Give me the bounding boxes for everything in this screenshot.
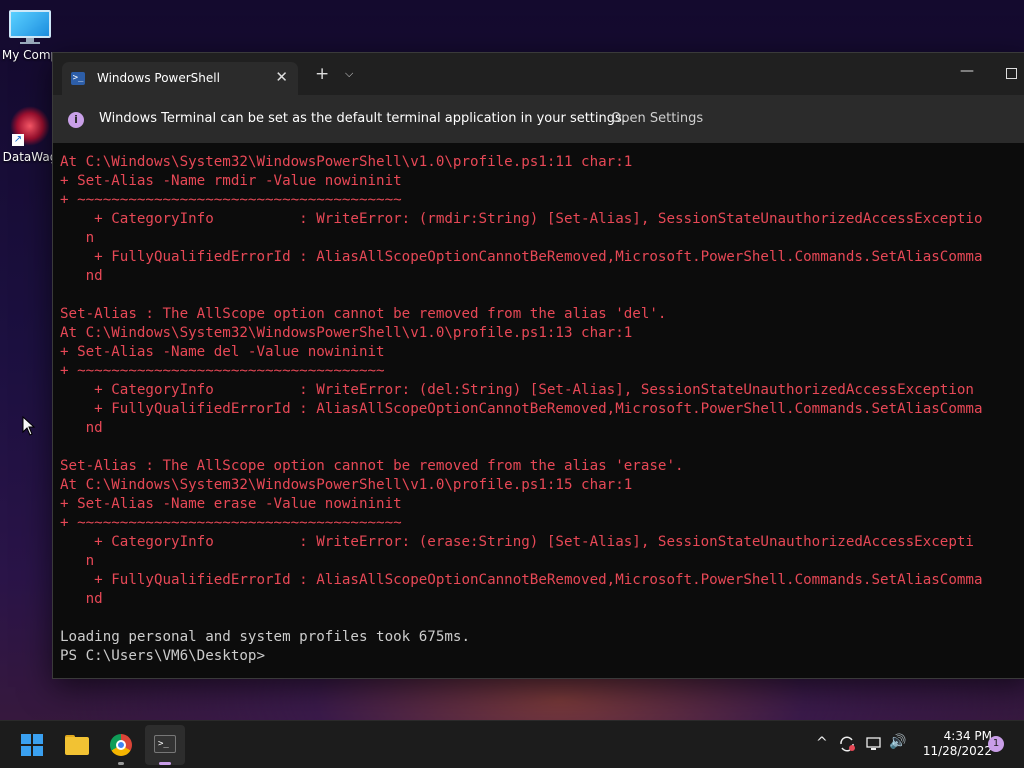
tab-title: Windows PowerShell	[97, 71, 220, 85]
open-settings-link[interactable]: Open Settings	[611, 111, 703, 126]
terminal-window: >_ Windows PowerShell ✕ + ⌵ — i Windows …	[52, 52, 1024, 679]
new-tab-button[interactable]: +	[315, 64, 329, 84]
start-button[interactable]	[12, 725, 52, 765]
console-line: n	[60, 553, 95, 569]
desktop-icon-label: My Comp	[1, 48, 59, 62]
console-line: nd	[60, 268, 103, 284]
info-icon: i	[68, 112, 84, 128]
notification-badge[interactable]: 1	[988, 736, 1004, 752]
console-line: + Set-Alias -Name rmdir -Value nowininit	[60, 173, 402, 189]
title-bar: >_ Windows PowerShell ✕ + ⌵ —	[53, 53, 1024, 95]
chrome-button[interactable]	[101, 725, 141, 765]
console-line: + CategoryInfo : WriteError: (del:String…	[60, 382, 974, 398]
desktop-icon-label: DataWag	[2, 150, 58, 164]
powershell-icon: >_	[71, 72, 85, 85]
file-explorer-button[interactable]	[57, 725, 97, 765]
chevron-down-icon[interactable]: ⌵	[345, 67, 353, 81]
network-icon[interactable]	[864, 735, 884, 753]
sync-icon[interactable]	[837, 734, 857, 754]
info-bar: i Windows Terminal can be set as the def…	[53, 95, 1024, 143]
mouse-cursor-icon	[22, 416, 36, 436]
console-line: + FullyQualifiedErrorId : AliasAllScopeO…	[60, 249, 983, 265]
console-line: + Set-Alias -Name del -Value nowininit	[60, 344, 385, 360]
console-line: Set-Alias : The AllScope option cannot b…	[60, 458, 684, 474]
maximize-button[interactable]	[1006, 68, 1017, 79]
computer-icon	[9, 10, 51, 44]
clock-date: 11/28/2022	[922, 744, 992, 758]
terminal-taskbar-button[interactable]: >_	[145, 725, 185, 765]
close-tab-icon[interactable]: ✕	[275, 68, 288, 86]
desktop-icon-datawag[interactable]: ↗ DataWag	[0, 106, 60, 164]
console-line: nd	[60, 420, 103, 436]
console-line: + FullyQualifiedErrorId : AliasAllScopeO…	[60, 401, 983, 417]
console-line: + FullyQualifiedErrorId : AliasAllScopeO…	[60, 572, 983, 588]
minimize-button[interactable]: —	[960, 63, 974, 79]
console-line: + ~~~~~~~~~~~~~~~~~~~~~~~~~~~~~~~~~~~~	[60, 363, 385, 379]
console-line: + CategoryInfo : WriteError: (erase:Stri…	[60, 534, 974, 550]
console-line: Loading personal and system profiles too…	[60, 629, 470, 645]
console-line: n	[60, 230, 95, 246]
desktop-icon-my-computer[interactable]: My Comp	[0, 10, 60, 62]
console-line: At C:\Windows\System32\WindowsPowerShell…	[60, 325, 633, 341]
console-line: + ~~~~~~~~~~~~~~~~~~~~~~~~~~~~~~~~~~~~~~	[60, 515, 402, 531]
tray-overflow-chevron-icon[interactable]: ^	[816, 735, 828, 751]
system-clock[interactable]: 4:34 PM 11/28/2022	[912, 729, 992, 759]
console-line: + ~~~~~~~~~~~~~~~~~~~~~~~~~~~~~~~~~~~~~~	[60, 192, 402, 208]
volume-icon[interactable]: 🔊	[889, 734, 906, 750]
console-line: At C:\Windows\System32\WindowsPowerShell…	[60, 154, 633, 170]
console-line: PS C:\Users\VM6\Desktop>	[60, 648, 265, 664]
info-message: Windows Terminal can be set as the defau…	[99, 111, 626, 126]
clock-time: 4:34 PM	[943, 729, 992, 743]
console-line: Set-Alias : The AllScope option cannot b…	[60, 306, 667, 322]
console-line: At C:\Windows\System32\WindowsPowerShell…	[60, 477, 633, 493]
shortcut-arrow-icon: ↗	[12, 134, 24, 146]
console-line: + CategoryInfo : WriteError: (rmdir:Stri…	[60, 211, 983, 227]
datawag-icon: ↗	[10, 106, 50, 146]
taskbar: >_ ^ 🔊 4:34 PM 11/28/2022 1	[0, 720, 1024, 768]
console-line: + Set-Alias -Name erase -Value nowininit	[60, 496, 402, 512]
console-output[interactable]: At C:\Windows\System32\WindowsPowerShell…	[60, 153, 1024, 673]
console-line: nd	[60, 591, 103, 607]
terminal-icon: >_	[154, 735, 176, 753]
tab-windows-powershell[interactable]: >_ Windows PowerShell ✕	[62, 62, 298, 95]
